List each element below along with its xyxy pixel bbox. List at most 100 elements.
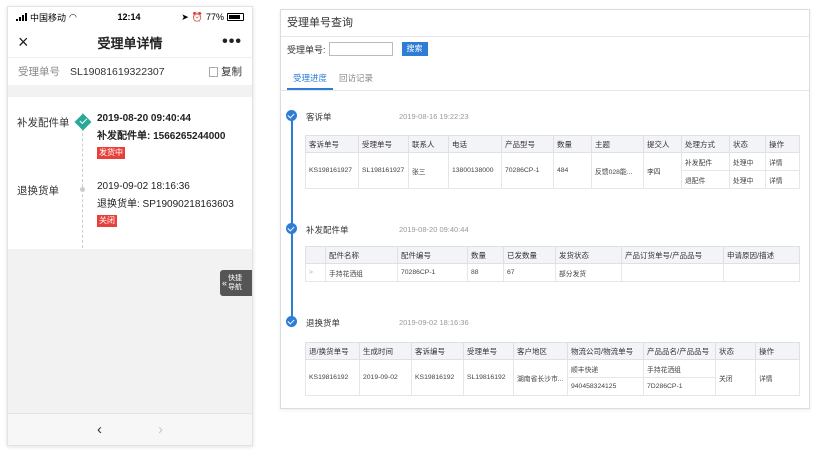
check-circle-icon — [286, 223, 297, 234]
table-cell: 湖南省长沙市... — [513, 359, 568, 396]
table-cell — [723, 263, 800, 282]
column-header: 客诉编号 — [411, 342, 464, 360]
status-time: 12:14 — [117, 12, 141, 22]
section-time: 2019-08-16 19:22:23 — [399, 112, 469, 121]
table-cell: KS198161927 — [305, 152, 359, 189]
tab-progress[interactable]: 受理进度 — [287, 67, 334, 90]
complaint-table: 客诉单号 受理单号 联系人 电话 产品型号 数量 主题 提交人 处理方式 状态 … — [305, 135, 800, 189]
section-time: 2019-09-02 18:16:36 — [399, 318, 469, 327]
table-cell: 7D286CP-1 — [643, 377, 716, 396]
battery-percent: 77% — [205, 12, 224, 22]
section-time: 2019-08-20 09:40:44 — [399, 225, 469, 234]
column-header: 客诉单号 — [305, 135, 359, 153]
table-cell: SL198161927 — [358, 152, 409, 189]
copy-label: 复制 — [221, 66, 242, 78]
column-header: 状态 — [715, 342, 756, 360]
column-header: 客户地区 — [513, 342, 568, 360]
detail-link[interactable]: 详情 — [765, 170, 800, 189]
section-title: 退换货单 — [306, 318, 341, 328]
table-cell: 88 — [467, 263, 504, 282]
column-header: 物流公司/物流单号 — [567, 342, 644, 360]
table-cell: KS19816192 — [411, 359, 464, 396]
order-number-row: 受理单号 SL19081619322307 复制 — [8, 57, 252, 85]
query-panel: 受理单号查询 受理单号: 搜索 受理进度 回访记录 客诉单 2019-08-16… — [280, 9, 810, 409]
table-cell: 张三 — [408, 152, 449, 189]
check-icon — [74, 113, 92, 131]
table-cell: 70286CP-1 — [501, 152, 554, 189]
carrier-name: 中国移动 — [30, 12, 67, 23]
timeline-item-name: 补发配件单 — [17, 117, 70, 129]
table-header-row: 退/换货单号 生成时间 客诉编号 受理单号 客户地区 物流公司/物流单号 产品品… — [305, 342, 800, 360]
timeline-dot-icon — [80, 187, 85, 192]
table-cell: 13800138000 — [448, 152, 502, 189]
column-header: 生成时间 — [359, 342, 412, 360]
table-cell: SL19816192 — [463, 359, 514, 396]
table-cell: 李四 — [643, 152, 682, 189]
double-chevron-left-icon: « — [222, 278, 228, 288]
copy-button[interactable]: 复制 — [209, 64, 242, 79]
detail-link[interactable]: 详情 — [765, 152, 800, 171]
column-header: 发货状态 — [555, 246, 622, 264]
table-cell: 70286CP-1 — [397, 263, 468, 282]
timeline-item-time: 2019-09-02 18:16:36 — [97, 181, 190, 192]
column-header: 处理方式 — [681, 135, 730, 153]
column-header: 主题 — [591, 135, 644, 153]
page-title: 受理单详情 — [97, 35, 163, 51]
browser-bottom-bar: ‹ › — [8, 413, 252, 445]
table-cell — [621, 263, 724, 282]
table-row: KS19816192 2019-09-02 KS19816192 SL19816… — [305, 359, 800, 396]
order-number-label: 受理单号 — [18, 66, 60, 78]
more-icon[interactable]: ••• — [222, 34, 242, 50]
parts-table: 配件名称 配件编号 数量 已发数量 发货状态 产品订货单号/产品品号 申请原因/… — [305, 246, 800, 282]
table-cell: KS19816192 — [305, 359, 360, 396]
search-label: 受理单号: — [287, 44, 326, 55]
progress-line — [291, 120, 293, 318]
progress-timeline: 补发配件单 2019-08-20 09:40:44 补发配件单: 1566265… — [8, 97, 252, 249]
table-cell: 反馈028能... — [591, 152, 644, 189]
column-header: 受理单号 — [358, 135, 409, 153]
column-header: 受理单号 — [463, 342, 514, 360]
search-row: 受理单号: 搜索 — [287, 42, 428, 56]
quick-nav-line2: 导航 — [228, 284, 243, 291]
forward-icon[interactable]: › — [158, 421, 163, 438]
timeline-item-desc: 退换货单: SP19090218163603 — [97, 199, 234, 210]
status-badge: 发货中 — [97, 147, 125, 159]
section-title: 客诉单 — [306, 112, 332, 122]
nav-bar: × 受理单详情 ••• — [8, 27, 252, 57]
detail-link[interactable]: 详情 — [755, 359, 800, 396]
check-circle-icon — [286, 316, 297, 327]
table-cell: 补发配件 — [681, 152, 730, 171]
quick-nav-line1: 快捷 — [228, 275, 243, 282]
order-number-input[interactable] — [328, 42, 393, 56]
table-cell: 手持花洒组 — [643, 359, 716, 378]
timeline-item-name: 退换货单 — [17, 185, 59, 197]
signal-icon — [16, 13, 27, 21]
expand-icon[interactable]: > — [305, 263, 326, 282]
column-header: 提交人 — [643, 135, 682, 153]
location-icon: ➤ — [181, 11, 189, 22]
wifi-icon: ◠ — [69, 11, 77, 22]
timeline-item-time: 2019-08-20 09:40:44 — [97, 113, 191, 124]
alarm-icon: ⏰ — [191, 11, 203, 22]
back-icon[interactable]: ‹ — [97, 421, 102, 438]
close-icon[interactable]: × — [18, 33, 38, 51]
table-cell: 940458324125 — [567, 377, 644, 396]
quick-nav-button[interactable]: « 快捷 导航 — [220, 270, 252, 296]
column-header: 数量 — [553, 135, 592, 153]
search-button[interactable]: 搜索 — [401, 42, 428, 56]
table-row: KS198161927 SL198161927 张三 13800138000 7… — [305, 152, 800, 189]
table-cell: 关闭 — [715, 359, 756, 396]
column-header: 配件名称 — [325, 246, 398, 264]
tab-visit-records[interactable]: 回访记录 — [333, 67, 379, 90]
table-cell: 67 — [503, 263, 556, 282]
column-header: 已发数量 — [503, 246, 556, 264]
column-header: 数量 — [467, 246, 504, 264]
tab-bar: 受理进度 回访记录 — [281, 67, 809, 91]
table-cell: 处理中 — [729, 152, 766, 171]
timeline-line — [82, 113, 83, 248]
column-header: 操作 — [755, 342, 800, 360]
column-header: 申请原因/描述 — [723, 246, 800, 264]
section-title: 补发配件单 — [306, 225, 349, 235]
column-header — [305, 246, 326, 264]
mobile-screen: 中国移动 ◠ 12:14 ➤ ⏰ 77% × 受理单详情 ••• 受理单号 SL… — [7, 6, 253, 446]
